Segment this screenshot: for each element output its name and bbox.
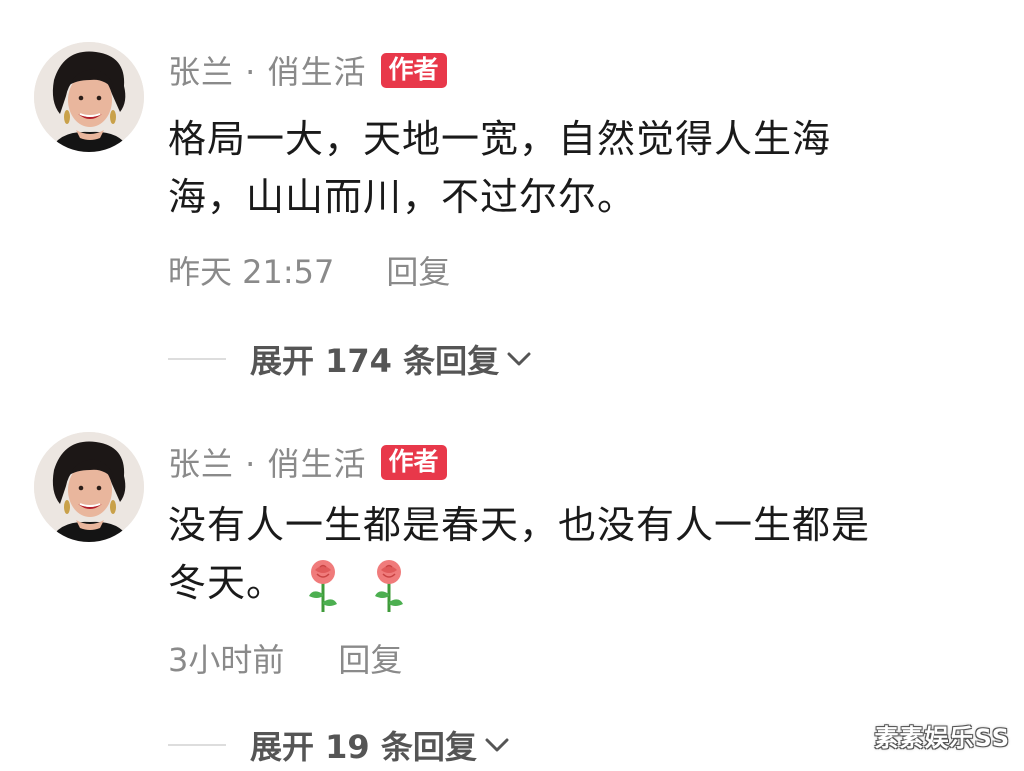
author-badge: 作者 — [380, 52, 447, 88]
comment-text-line-2: 冬天。 — [168, 554, 998, 614]
divider-line — [168, 358, 226, 360]
comment-item: 张兰 · 俏生活 作者 没有人一生都是春天，也没有人一生都是 冬天。 3小时前 … — [0, 400, 1024, 771]
reply-button[interactable]: 回复 — [338, 635, 402, 681]
expand-replies-label: 展开 174 条回复 — [250, 342, 500, 380]
rose-icon — [375, 559, 404, 612]
chevron-down-icon — [507, 352, 531, 366]
comment-text-line: 没有人一生都是春天，也没有人一生都是 — [168, 503, 871, 547]
expand-replies-button[interactable]: 展开 19 条回复 — [168, 720, 511, 770]
comment-text: 没有人一生都是春天，也没有人一生都是 冬天。 — [168, 496, 998, 614]
avatar[interactable] — [34, 432, 144, 542]
rose-icon — [309, 559, 338, 612]
timestamp: 昨天 21:57 — [168, 253, 335, 291]
comment-text-fragment: 冬天。 — [168, 561, 286, 605]
avatar[interactable] — [34, 42, 144, 152]
comment-meta: 昨天 21:57 回复 — [168, 248, 450, 292]
comment-text-line: 格局一大，天地一宽，自然觉得人生海 — [168, 117, 832, 161]
username[interactable]: 张兰 · 俏生活 — [168, 47, 367, 93]
expand-replies-button[interactable]: 展开 174 条回复 — [168, 334, 533, 384]
emoji-row — [303, 558, 435, 614]
comment-header: 张兰 · 俏生活 作者 — [168, 440, 447, 484]
comment-text-line: 海，山山而川，不过尔尔。 — [168, 175, 637, 219]
expand-replies-label: 展开 19 条回复 — [250, 728, 477, 766]
chevron-down-icon — [485, 738, 509, 752]
comment-item: 张兰 · 俏生活 作者 格局一大，天地一宽，自然觉得人生海 海，山山而川，不过尔… — [0, 0, 1024, 400]
avatar-image — [34, 42, 144, 152]
username[interactable]: 张兰 · 俏生活 — [168, 439, 367, 485]
author-badge: 作者 — [380, 444, 447, 480]
comment-header: 张兰 · 俏生活 作者 — [168, 48, 447, 92]
timestamp: 3小时前 — [168, 641, 285, 679]
comment-meta: 3小时前 回复 — [168, 636, 402, 680]
comment-text: 格局一大，天地一宽，自然觉得人生海 海，山山而川，不过尔尔。 — [168, 110, 998, 226]
watermark: 素素娱乐SS — [874, 724, 1010, 752]
divider-line — [168, 744, 226, 746]
avatar-image — [34, 432, 144, 542]
reply-button[interactable]: 回复 — [386, 247, 450, 293]
